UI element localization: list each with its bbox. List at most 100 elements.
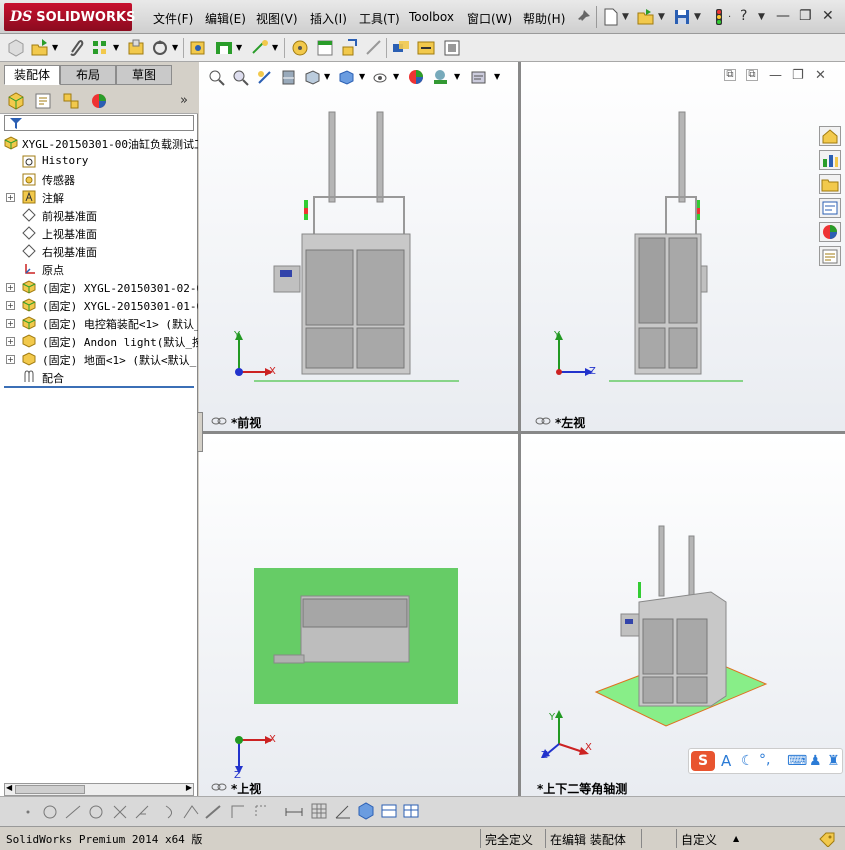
- mate-paperclip-icon[interactable]: [66, 38, 86, 58]
- view-palette-icon[interactable]: [819, 198, 841, 218]
- link-views-icon[interactable]: [211, 782, 227, 792]
- scroll-left-arrow-icon[interactable]: ◀: [6, 783, 12, 792]
- zoom-to-area-icon[interactable]: [232, 69, 249, 86]
- new-dropdown-chevron-icon[interactable]: ▼: [622, 12, 629, 22]
- section-view-icon[interactable]: [280, 69, 297, 86]
- panel-splitter-handle[interactable]: [197, 412, 203, 452]
- expand-toggle-icon[interactable]: +: [6, 283, 15, 292]
- tree-row-component[interactable]: + (固定) 地面<1> (默认<默认_: [0, 350, 198, 368]
- solidworks-resources-home-icon[interactable]: [819, 126, 841, 146]
- scroll-thumb[interactable]: [15, 785, 85, 794]
- tree-row-component[interactable]: + (固定) XYGL-20150301-02-01: [0, 278, 198, 296]
- explode-line-sketch-icon[interactable]: [364, 38, 384, 58]
- save-dropdown-chevron-icon[interactable]: ▼: [694, 12, 701, 22]
- link-views-icon[interactable]: [211, 416, 227, 426]
- menu-help[interactable]: 帮助(H): [523, 10, 565, 27]
- reference-geometry-icon[interactable]: [250, 38, 270, 58]
- options-dot-icon[interactable]: .: [728, 9, 731, 20]
- sketch-table-icon[interactable]: [402, 802, 420, 820]
- expand-toggle-icon[interactable]: +: [6, 337, 15, 346]
- open-folder-icon[interactable]: [637, 8, 655, 26]
- pin-icon[interactable]: [574, 8, 592, 26]
- angle-icon[interactable]: [334, 802, 352, 820]
- tree-row-right-plane[interactable]: 右视基准面: [0, 242, 198, 260]
- display-style-icon[interactable]: [338, 69, 355, 86]
- menu-view[interactable]: 视图(V): [256, 10, 298, 27]
- linear-pattern-icon[interactable]: [90, 38, 110, 58]
- help-dropdown-chevron-icon[interactable]: ▼: [758, 12, 765, 22]
- display-dropdown-chevron-icon[interactable]: ▼: [359, 72, 365, 81]
- expand-toggle-icon[interactable]: +: [6, 301, 15, 310]
- sketch-picture-icon[interactable]: [380, 802, 398, 820]
- exploded-view-icon[interactable]: [340, 38, 360, 58]
- tab-layout[interactable]: 布局: [60, 65, 116, 85]
- grid-icon[interactable]: [310, 802, 328, 820]
- view-orientation-icon[interactable]: [304, 69, 321, 86]
- tree-row-component[interactable]: + (固定) 电控箱装配<1> (默认_: [0, 314, 198, 332]
- expand-toggle-icon[interactable]: +: [6, 193, 15, 202]
- expand-toggle-icon[interactable]: +: [6, 355, 15, 364]
- tab-assembly[interactable]: 装配体: [4, 65, 60, 85]
- move-component-icon[interactable]: [150, 38, 170, 58]
- tree-row-component[interactable]: + (固定) XYGL-20150301-01-00: [0, 296, 198, 314]
- file-explorer-folder-icon[interactable]: [819, 174, 841, 194]
- viewport-close-icon[interactable]: ✕: [815, 68, 826, 83]
- configuration-manager-icon[interactable]: [61, 91, 81, 111]
- previous-view-icon[interactable]: [256, 69, 273, 86]
- assembly-features-icon[interactable]: [214, 38, 234, 58]
- viewport-minimize-icon[interactable]: —: [769, 68, 782, 83]
- solidworks-logo[interactable]: DS SOLIDWORKS: [4, 3, 135, 31]
- tree-row-origin[interactable]: 原点: [0, 260, 198, 278]
- move-dropdown-chevron-icon[interactable]: ▼: [172, 43, 178, 52]
- ime-keyboard-icon[interactable]: ⌨: [787, 753, 807, 769]
- tree-row-annotations[interactable]: + 注解: [0, 188, 198, 206]
- tree-row-sensors[interactable]: 传感器: [0, 170, 198, 188]
- viewport-top[interactable]: X Z *上视: [199, 434, 518, 796]
- save-icon[interactable]: [673, 8, 691, 26]
- rebuild-traffic-light-icon[interactable]: [710, 8, 728, 26]
- filter-funnel-icon[interactable]: [9, 117, 23, 130]
- menu-insert[interactable]: 插入(I): [310, 10, 347, 27]
- tree-row-front-plane[interactable]: 前视基准面: [0, 206, 198, 224]
- help-question-icon[interactable]: ?: [740, 8, 747, 24]
- insert-component-icon[interactable]: [30, 38, 50, 58]
- expand-toggle-icon[interactable]: +: [6, 319, 15, 328]
- viewport-restore-icon[interactable]: ❐: [792, 68, 804, 83]
- bill-of-materials-icon[interactable]: [315, 38, 335, 58]
- menu-toolbox[interactable]: Toolbox: [409, 10, 454, 24]
- tree-row-mates[interactable]: 配合: [0, 368, 198, 386]
- interference-detection-icon[interactable]: [391, 38, 411, 58]
- ime-punctuation-icon[interactable]: °,: [759, 752, 770, 768]
- menu-file[interactable]: 文件(F): [153, 10, 193, 27]
- 3d-sketch-cube-icon[interactable]: [356, 801, 376, 821]
- clearance-verification-icon[interactable]: [416, 38, 436, 58]
- tree-row-root-assembly[interactable]: XYGL-20150301-00油缸负载测试工: [0, 134, 198, 152]
- settings-dropdown-chevron-icon[interactable]: ▼: [494, 72, 500, 81]
- pattern-dropdown-chevron-icon[interactable]: ▼: [113, 43, 119, 52]
- viewport-tile-right-icon[interactable]: ⧉: [746, 69, 758, 81]
- instant3d-icon[interactable]: [442, 38, 462, 58]
- menu-edit[interactable]: 编辑(E): [205, 10, 246, 27]
- expand-panel-chevron-icon[interactable]: »: [180, 93, 188, 108]
- new-motion-study-icon[interactable]: [290, 38, 310, 58]
- insert-dropdown-chevron-icon[interactable]: ▼: [52, 43, 58, 52]
- unit-dropdown-arrow-icon[interactable]: ▲: [733, 834, 739, 843]
- ime-half-width-moon-icon[interactable]: ☾: [741, 753, 754, 769]
- horizontal-scrollbar[interactable]: ◀ ▶: [4, 783, 194, 796]
- edit-appearance-icon[interactable]: [408, 69, 425, 86]
- restore-window-icon[interactable]: ❐: [799, 8, 812, 24]
- design-library-icon[interactable]: [819, 150, 841, 170]
- orientation-dropdown-chevron-icon[interactable]: ▼: [324, 72, 330, 81]
- open-dropdown-chevron-icon[interactable]: ▼: [658, 12, 665, 22]
- zoom-to-fit-icon[interactable]: [208, 69, 225, 86]
- ime-english-mode-icon[interactable]: A: [721, 752, 731, 770]
- apply-scene-icon[interactable]: [432, 69, 449, 86]
- minimize-window-icon[interactable]: —: [776, 8, 790, 24]
- viewport-front[interactable]: Y X *前视: [199, 62, 518, 431]
- ime-user-icon[interactable]: ♟: [809, 753, 822, 769]
- close-window-icon[interactable]: ✕: [822, 8, 834, 24]
- viewport-left[interactable]: Y Z *左视: [521, 62, 845, 431]
- menu-tools[interactable]: 工具(T): [359, 10, 400, 27]
- new-document-icon[interactable]: [602, 8, 620, 26]
- reference-dropdown-chevron-icon[interactable]: ▼: [272, 43, 278, 52]
